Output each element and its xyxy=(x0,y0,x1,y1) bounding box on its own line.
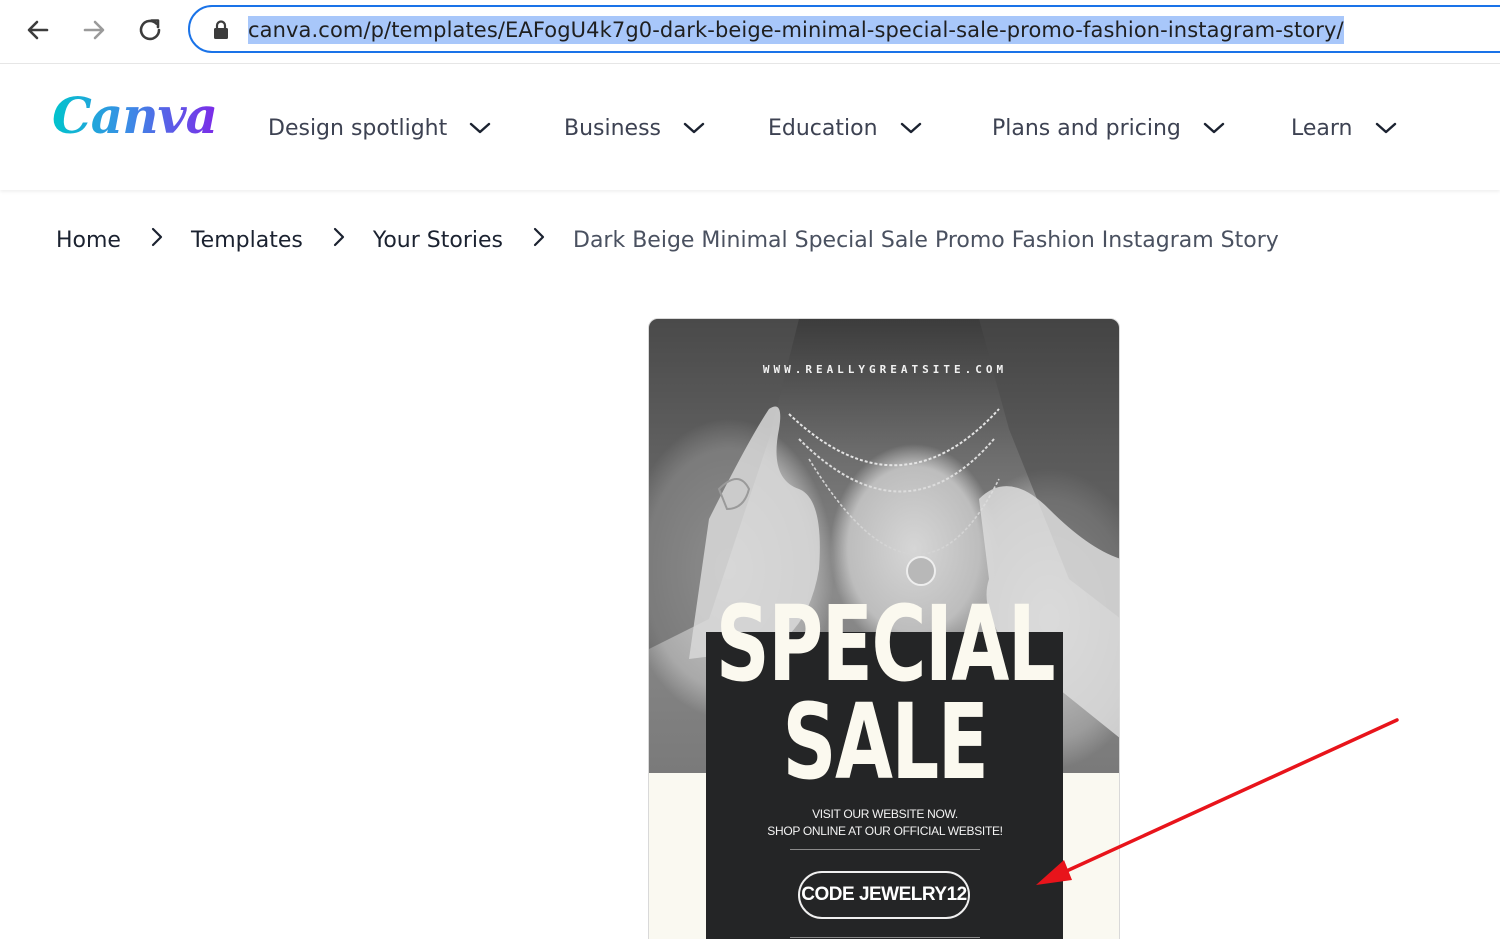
breadcrumb-your-stories[interactable]: Your Stories xyxy=(373,228,503,253)
breadcrumb: Home Templates Your Stories Dark Beige M… xyxy=(56,222,1279,258)
chevron-right-icon xyxy=(333,227,345,253)
nav-education[interactable]: Education xyxy=(768,108,922,148)
template-website-text: WWW.REALLYGREATSITE.COM xyxy=(762,363,1008,376)
url-text[interactable]: canva.com/p/templates/EAFogU4k7g0-dark-b… xyxy=(248,16,1344,44)
back-button[interactable] xyxy=(20,12,56,48)
divider xyxy=(790,849,980,850)
address-bar[interactable]: canva.com/p/templates/EAFogU4k7g0-dark-b… xyxy=(188,5,1500,53)
chevron-down-icon xyxy=(1375,122,1396,134)
nav-plans-and-pricing[interactable]: Plans and pricing xyxy=(992,108,1225,148)
forward-button[interactable] xyxy=(76,12,112,48)
annotation-arrow-icon xyxy=(1036,718,1399,885)
breadcrumb-current-page: Dark Beige Minimal Special Sale Promo Fa… xyxy=(573,227,1279,253)
divider xyxy=(790,937,980,938)
nav-label: Learn xyxy=(1291,115,1353,141)
nav-design-spotlight[interactable]: Design spotlight xyxy=(268,108,491,148)
site-header: Canva Design spotlight Business Educatio… xyxy=(0,64,1500,190)
breadcrumb-templates[interactable]: Templates xyxy=(191,228,303,253)
breadcrumb-home[interactable]: Home xyxy=(56,228,121,253)
back-arrow-icon xyxy=(27,20,49,40)
nav-label: Plans and pricing xyxy=(992,115,1181,141)
chevron-right-icon xyxy=(533,227,545,253)
canva-logo[interactable]: Canva xyxy=(52,86,218,145)
chevron-down-icon xyxy=(900,122,921,134)
browser-toolbar: canva.com/p/templates/EAFogU4k7g0-dark-b… xyxy=(0,0,1500,64)
forward-arrow-icon xyxy=(83,20,105,40)
chevron-down-icon xyxy=(683,122,705,134)
headline-sale: SALE xyxy=(782,681,989,803)
chevron-down-icon xyxy=(470,122,491,134)
lock-icon xyxy=(214,20,228,39)
reload-button[interactable] xyxy=(132,12,168,48)
nav-label: Business xyxy=(564,115,662,141)
nav-label: Education xyxy=(768,115,878,141)
promo-code-badge: CODE JEWELRY12 xyxy=(798,871,970,919)
chevron-down-icon xyxy=(1203,122,1225,134)
nav-learn[interactable]: Learn xyxy=(1291,108,1397,148)
chevron-right-icon xyxy=(151,227,163,253)
reload-icon xyxy=(139,19,161,41)
nav-label: Design spotlight xyxy=(268,115,448,141)
nav-business[interactable]: Business xyxy=(564,108,705,148)
